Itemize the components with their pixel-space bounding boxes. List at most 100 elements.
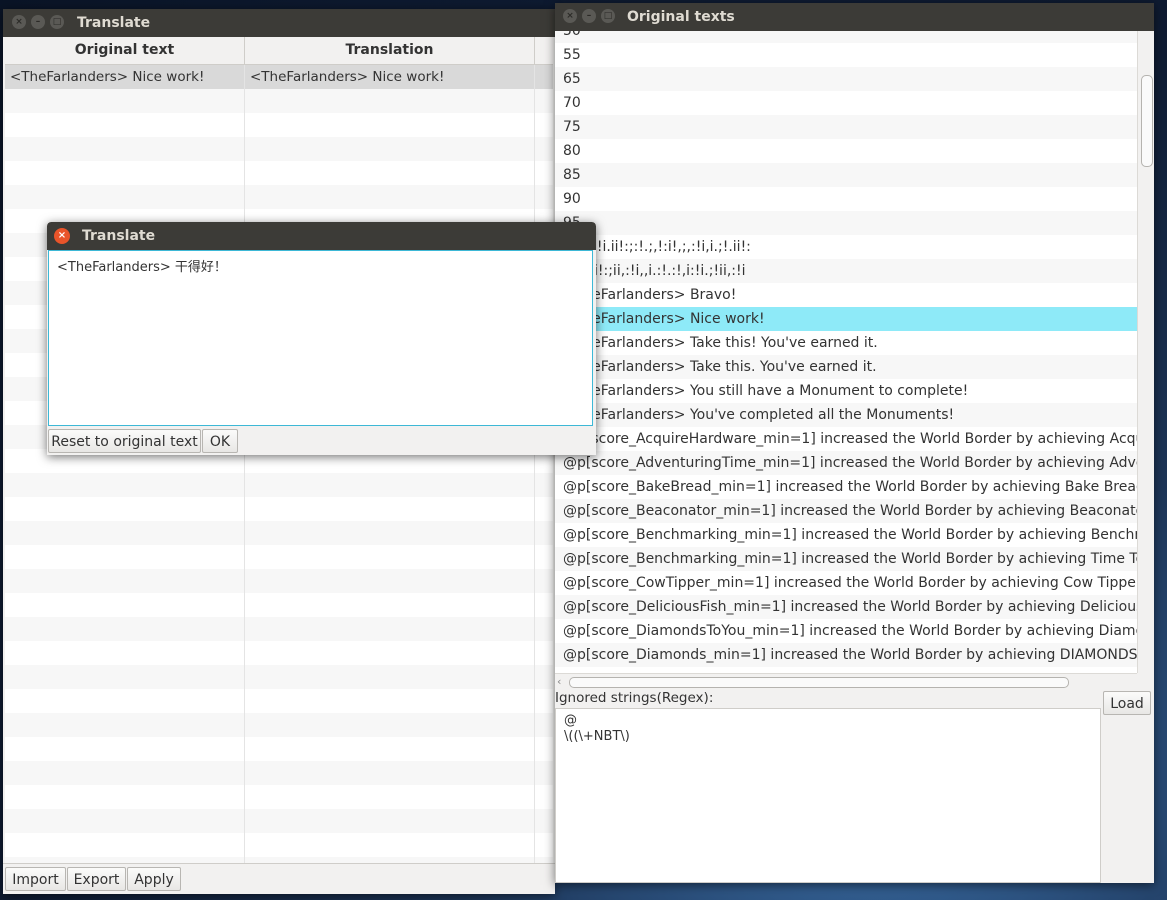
list-item[interactable]: @p[score_Benchmarking_min=1] increased t… — [555, 547, 1137, 571]
table-row[interactable] — [5, 809, 553, 833]
load-button[interactable]: Load — [1103, 691, 1151, 715]
list-item[interactable]: 50 — [555, 31, 1137, 43]
list-item[interactable]: 75 — [555, 115, 1137, 139]
cell-original[interactable] — [5, 473, 245, 497]
close-icon[interactable]: × — [563, 9, 577, 23]
ok-button[interactable]: OK — [202, 429, 238, 453]
cell-translation[interactable] — [245, 545, 535, 569]
table-row[interactable] — [5, 833, 553, 857]
cell-translation[interactable] — [245, 185, 535, 209]
cell-translation[interactable] — [245, 161, 535, 185]
cell-original[interactable] — [5, 545, 245, 569]
maximize-icon[interactable]: □ — [601, 9, 615, 23]
ignored-strings-textarea[interactable]: @ \((\+NBT\) — [555, 708, 1101, 883]
table-row[interactable] — [5, 617, 553, 641]
cell-translation[interactable] — [245, 665, 535, 689]
cell-original[interactable] — [5, 713, 245, 737]
cell-original[interactable] — [5, 113, 245, 137]
translate-window-titlebar[interactable]: × – □ Translate — [3, 9, 555, 37]
cell-original[interactable] — [5, 809, 245, 833]
list-item[interactable]: 90 — [555, 187, 1137, 211]
table-row[interactable]: <TheFarlanders> Nice work! <TheFarlander… — [5, 65, 553, 89]
cell-original[interactable]: <TheFarlanders> Nice work! — [5, 65, 245, 89]
cell-translation[interactable] — [245, 617, 535, 641]
list-item[interactable]: @p[score_AdventuringTime_min=1] increase… — [555, 451, 1137, 475]
cell-original[interactable] — [5, 689, 245, 713]
scroll-left-icon[interactable]: ‹ — [557, 674, 561, 690]
list-item[interactable]: @p[score_DiamondsToYou_min=1] increased … — [555, 619, 1137, 643]
cell-translation[interactable] — [245, 641, 535, 665]
cell-translation[interactable] — [245, 713, 535, 737]
table-row[interactable] — [5, 593, 553, 617]
horizontal-scrollbar[interactable]: ‹ — [555, 673, 1137, 690]
cell-translation[interactable] — [245, 521, 535, 545]
column-header-original[interactable]: Original text — [5, 37, 245, 64]
vertical-scrollbar[interactable] — [1137, 31, 1154, 673]
list-item[interactable]: @p[score_Benchmarking_min=1] increased t… — [555, 523, 1137, 547]
list-item[interactable]: <TheFarlanders> You've completed all the… — [555, 403, 1137, 427]
cell-translation[interactable] — [245, 689, 535, 713]
list-item[interactable]: 55 — [555, 43, 1137, 67]
column-header-translation[interactable]: Translation — [245, 37, 535, 64]
cell-translation[interactable] — [245, 89, 535, 113]
cell-original[interactable] — [5, 617, 245, 641]
cell-original[interactable] — [5, 89, 245, 113]
list-item[interactable]: 65 — [555, 67, 1137, 91]
table-row[interactable] — [5, 641, 553, 665]
table-row[interactable] — [5, 473, 553, 497]
original-texts-titlebar[interactable]: × – □ Original texts — [555, 3, 1154, 31]
import-button[interactable]: Import — [5, 867, 66, 891]
cell-original[interactable] — [5, 161, 245, 185]
cell-translation[interactable] — [245, 761, 535, 785]
cell-original[interactable] — [5, 833, 245, 857]
list-item[interactable]: <TheFarlanders> Take this. You've earned… — [555, 355, 1137, 379]
translation-textarea[interactable]: <TheFarlanders> 干得好！ — [48, 250, 593, 426]
close-icon[interactable]: × — [54, 228, 70, 244]
table-row[interactable] — [5, 89, 553, 113]
list-item[interactable]: 85 — [555, 163, 1137, 187]
list-item[interactable]: ;!:!!;i!:;ii,:!i,,i.:!.:!,i:!i.;!ii,:!i — [555, 259, 1137, 283]
table-row[interactable] — [5, 713, 553, 737]
minimize-icon[interactable]: – — [582, 9, 596, 23]
dialog-titlebar[interactable]: × Translate — [47, 222, 596, 250]
cell-original[interactable] — [5, 593, 245, 617]
table-row[interactable] — [5, 761, 553, 785]
list-item[interactable]: @p[score_BakeBread_min=1] increased the … — [555, 475, 1137, 499]
table-row[interactable] — [5, 185, 553, 209]
list-item[interactable]: @p[score_CowTipper_min=1] increased the … — [555, 571, 1137, 595]
cell-original[interactable] — [5, 761, 245, 785]
cell-original[interactable] — [5, 737, 245, 761]
table-row[interactable] — [5, 665, 553, 689]
cell-original[interactable] — [5, 521, 245, 545]
cell-translation[interactable] — [245, 113, 535, 137]
list-item[interactable]: <TheFarlanders> You still have a Monumen… — [555, 379, 1137, 403]
table-row[interactable] — [5, 137, 553, 161]
cell-original[interactable] — [5, 641, 245, 665]
cell-translation[interactable] — [245, 809, 535, 833]
apply-button[interactable]: Apply — [127, 867, 181, 891]
cell-translation[interactable] — [245, 737, 535, 761]
maximize-icon[interactable]: □ — [50, 15, 64, 29]
cell-original[interactable] — [5, 137, 245, 161]
cell-translation[interactable] — [245, 785, 535, 809]
list-item[interactable]: <TheFarlanders> Take this! You've earned… — [555, 331, 1137, 355]
table-row[interactable] — [5, 737, 553, 761]
table-row[interactable] — [5, 569, 553, 593]
original-texts-list[interactable]: 505565707580859095Ⓘ:!!i!i.ii!:;:!.;,!:i!… — [555, 31, 1137, 673]
list-item[interactable]: Ⓘ:!!i!i.ii!:;:!.;,!:i!,;,:!i,i.;!.ii!: — [555, 235, 1137, 259]
table-row[interactable] — [5, 521, 553, 545]
table-row[interactable] — [5, 161, 553, 185]
cell-original[interactable] — [5, 665, 245, 689]
list-item[interactable]: <TheFarlanders> Nice work! — [555, 307, 1137, 331]
scrollbar-thumb[interactable] — [1141, 75, 1153, 167]
list-item[interactable]: 80 — [555, 139, 1137, 163]
cell-original[interactable] — [5, 497, 245, 521]
list-item[interactable]: @p[score_Diamonds_min=1] increased the W… — [555, 643, 1137, 667]
table-row[interactable] — [5, 689, 553, 713]
export-button[interactable]: Export — [67, 867, 126, 891]
cell-original[interactable] — [5, 185, 245, 209]
cell-translation[interactable] — [245, 569, 535, 593]
list-item[interactable]: 95 — [555, 211, 1137, 235]
cell-translation[interactable] — [245, 593, 535, 617]
cell-translation[interactable] — [245, 833, 535, 857]
